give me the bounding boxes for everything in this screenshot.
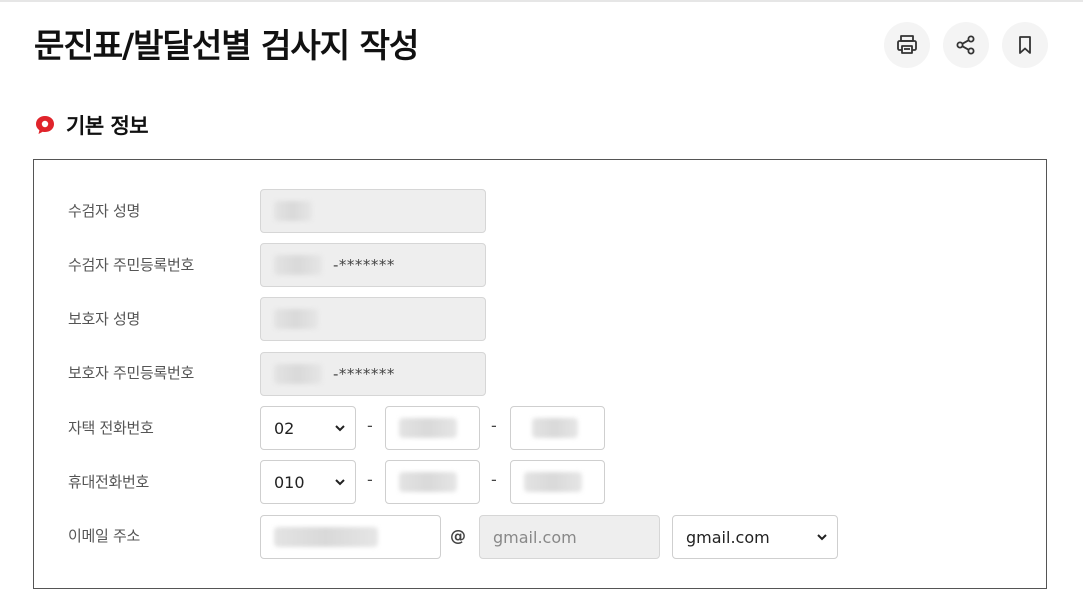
mobile-phone-label: 휴대전화번호 [68,473,150,491]
page-title: 문진표/발달선별 검사지 작성 [34,26,419,65]
rrn-masked-suffix: -******* [333,365,395,383]
top-divider [0,0,1083,2]
email-domain-input[interactable]: gmail.com [479,515,660,559]
redacted-value [524,472,582,492]
examinee-name-field[interactable] [260,189,486,233]
print-button[interactable] [884,22,930,68]
home-phone-last-input[interactable] [510,406,605,450]
home-phone-label: 자택 전화번호 [68,419,154,437]
mobile-phone-last-input[interactable] [510,460,605,504]
examinee-rrn-field[interactable]: -******* [260,243,486,287]
selected-value: gmail.com [686,527,770,547]
guardian-rrn-label: 보호자 주민등록번호 [68,364,194,382]
redacted-value [274,255,322,275]
examinee-rrn-label: 수검자 주민등록번호 [68,256,194,274]
chevron-down-icon [335,479,345,486]
mobile-phone-prefix-select[interactable]: 010 [260,460,356,504]
redacted-value [274,201,312,221]
redacted-value [399,418,457,438]
phone-separator: - [367,416,373,435]
speech-bubble-icon [36,116,54,134]
email-label: 이메일 주소 [68,527,140,545]
phone-separator: - [491,416,497,435]
redacted-value [274,309,318,329]
email-at-sign: @ [450,526,466,545]
bookmark-icon [1019,36,1031,54]
share-icon [956,35,975,55]
mobile-phone-middle-input[interactable] [385,460,480,504]
examinee-name-label: 수검자 성명 [68,202,140,220]
rrn-masked-suffix: -******* [333,256,395,274]
email-local-input[interactable] [260,515,441,559]
guardian-name-label: 보호자 성명 [68,310,140,328]
home-phone-middle-input[interactable] [385,406,480,450]
redacted-value [274,364,322,384]
guardian-name-field[interactable] [260,297,486,341]
redacted-value [532,418,578,438]
print-icon [897,35,917,54]
selected-value: 02 [274,418,295,438]
email-domain-select[interactable]: gmail.com [672,515,838,559]
chevron-down-icon [335,425,345,432]
phone-separator: - [491,470,497,489]
selected-value: 010 [274,472,305,492]
redacted-value [399,472,457,492]
section-title: 기본 정보 [66,114,149,138]
bookmark-button[interactable] [1002,22,1048,68]
email-domain-value: gmail.com [493,527,577,547]
section-header: 기본 정보 [34,110,149,140]
redacted-value [274,527,378,547]
chevron-down-icon [817,534,827,541]
home-phone-area-select[interactable]: 02 [260,406,356,450]
basic-info-form: 수검자 성명 수검자 주민등록번호 -******* 보호자 성명 보호자 주민… [33,159,1047,589]
share-button[interactable] [943,22,989,68]
phone-separator: - [367,470,373,489]
guardian-rrn-field[interactable]: -******* [260,352,486,396]
